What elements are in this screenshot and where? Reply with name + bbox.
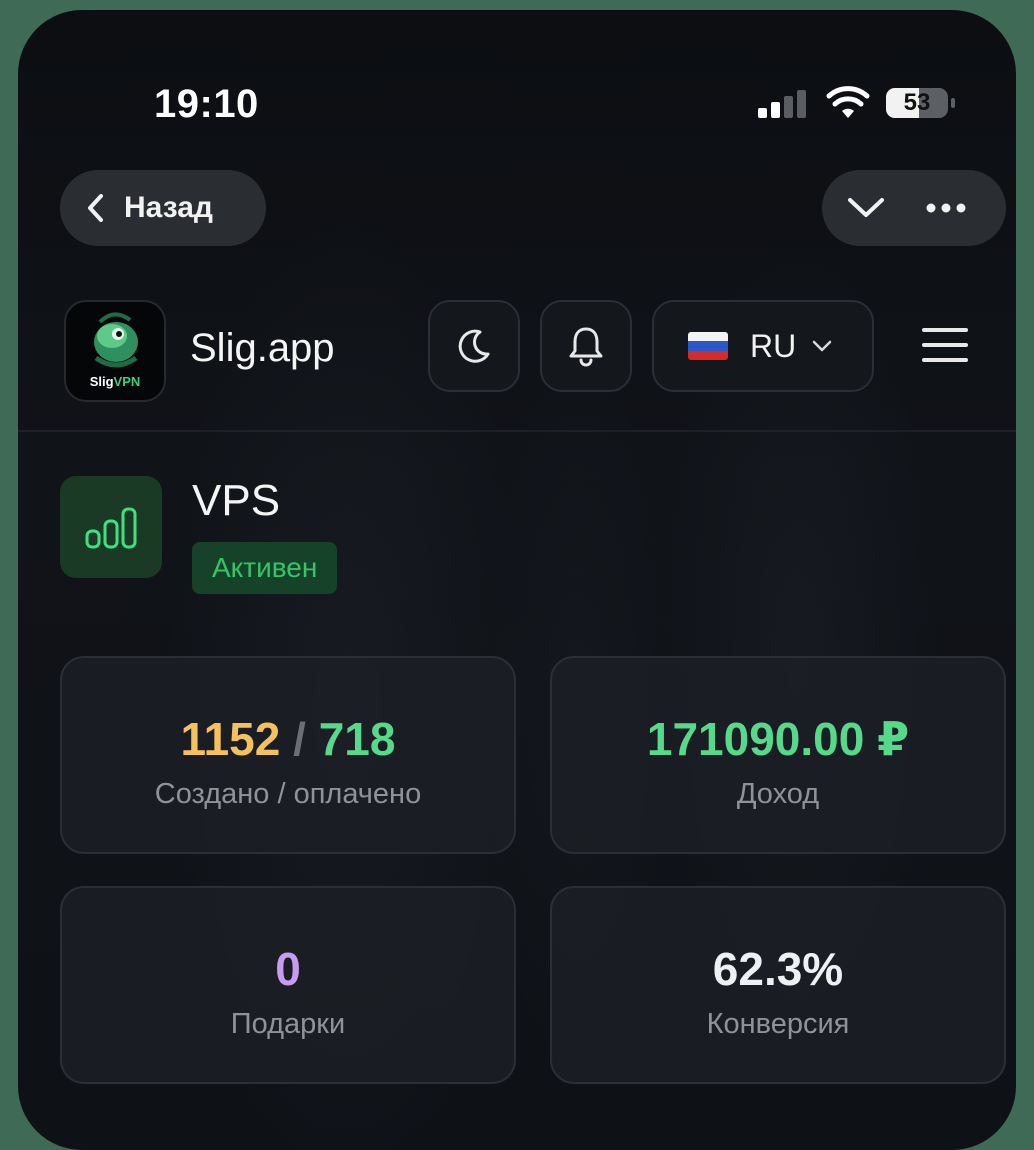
battery-percent: 53 [903, 89, 931, 116]
separator: / [293, 713, 306, 765]
russia-flag-icon [688, 332, 728, 360]
paid-count: 718 [318, 713, 396, 765]
theme-toggle-button[interactable] [428, 300, 520, 392]
mini-app-menu [822, 170, 1006, 246]
battery-icon: 53 [886, 88, 958, 118]
income-value: 171090.00 ₽ [646, 713, 910, 765]
chameleon-logo-icon [94, 312, 138, 368]
service-title: VPS [192, 476, 281, 525]
wifi-icon [826, 86, 870, 118]
moon-icon [458, 329, 490, 363]
stat-card-gifts: 0 Подарки [60, 886, 516, 1084]
bell-icon [569, 327, 603, 367]
hamburger-icon[interactable] [920, 326, 970, 364]
conversion-value: 62.3% [712, 943, 844, 995]
created-count: 1152 [180, 713, 281, 765]
income-label: Доход [736, 778, 820, 810]
created-paid-label: Создано / оплачено [154, 778, 422, 810]
created-paid-value: 1152 / 718 [62, 712, 514, 766]
stat-card-income: 171090.00 ₽ Доход [550, 656, 1006, 854]
chevron-down-icon[interactable] [846, 196, 886, 220]
notifications-button[interactable] [540, 300, 632, 392]
app-logo: SligVPN [64, 300, 166, 402]
stat-card-created-paid: 1152 / 718 Создано / оплачено [60, 656, 516, 854]
stat-card-conversion: 62.3% Конверсия [550, 886, 1006, 1084]
bar-chart-icon [85, 507, 137, 549]
app-name: Slig.app [190, 326, 335, 370]
back-label: Назад [124, 191, 213, 224]
phone-screen: 19:10 53 Назад SligVPN Slig.app RU VPS А… [18, 10, 1016, 1150]
more-dots-icon[interactable] [926, 203, 966, 213]
chevron-down-icon [812, 340, 832, 352]
gifts-label: Подарки [230, 1008, 346, 1040]
signal-icon [758, 90, 806, 118]
language-selector[interactable]: RU [652, 300, 874, 392]
status-time: 19:10 [154, 82, 259, 126]
conversion-label: Конверсия [706, 1008, 850, 1040]
status-badge: Активен [192, 542, 338, 594]
back-button[interactable]: Назад [60, 170, 266, 246]
logo-wordmark: SligVPN [89, 374, 141, 389]
language-label: RU [750, 327, 797, 364]
header-divider [18, 430, 1016, 432]
chevron-left-icon [88, 194, 103, 222]
gifts-value: 0 [275, 943, 301, 995]
service-icon [60, 476, 162, 578]
